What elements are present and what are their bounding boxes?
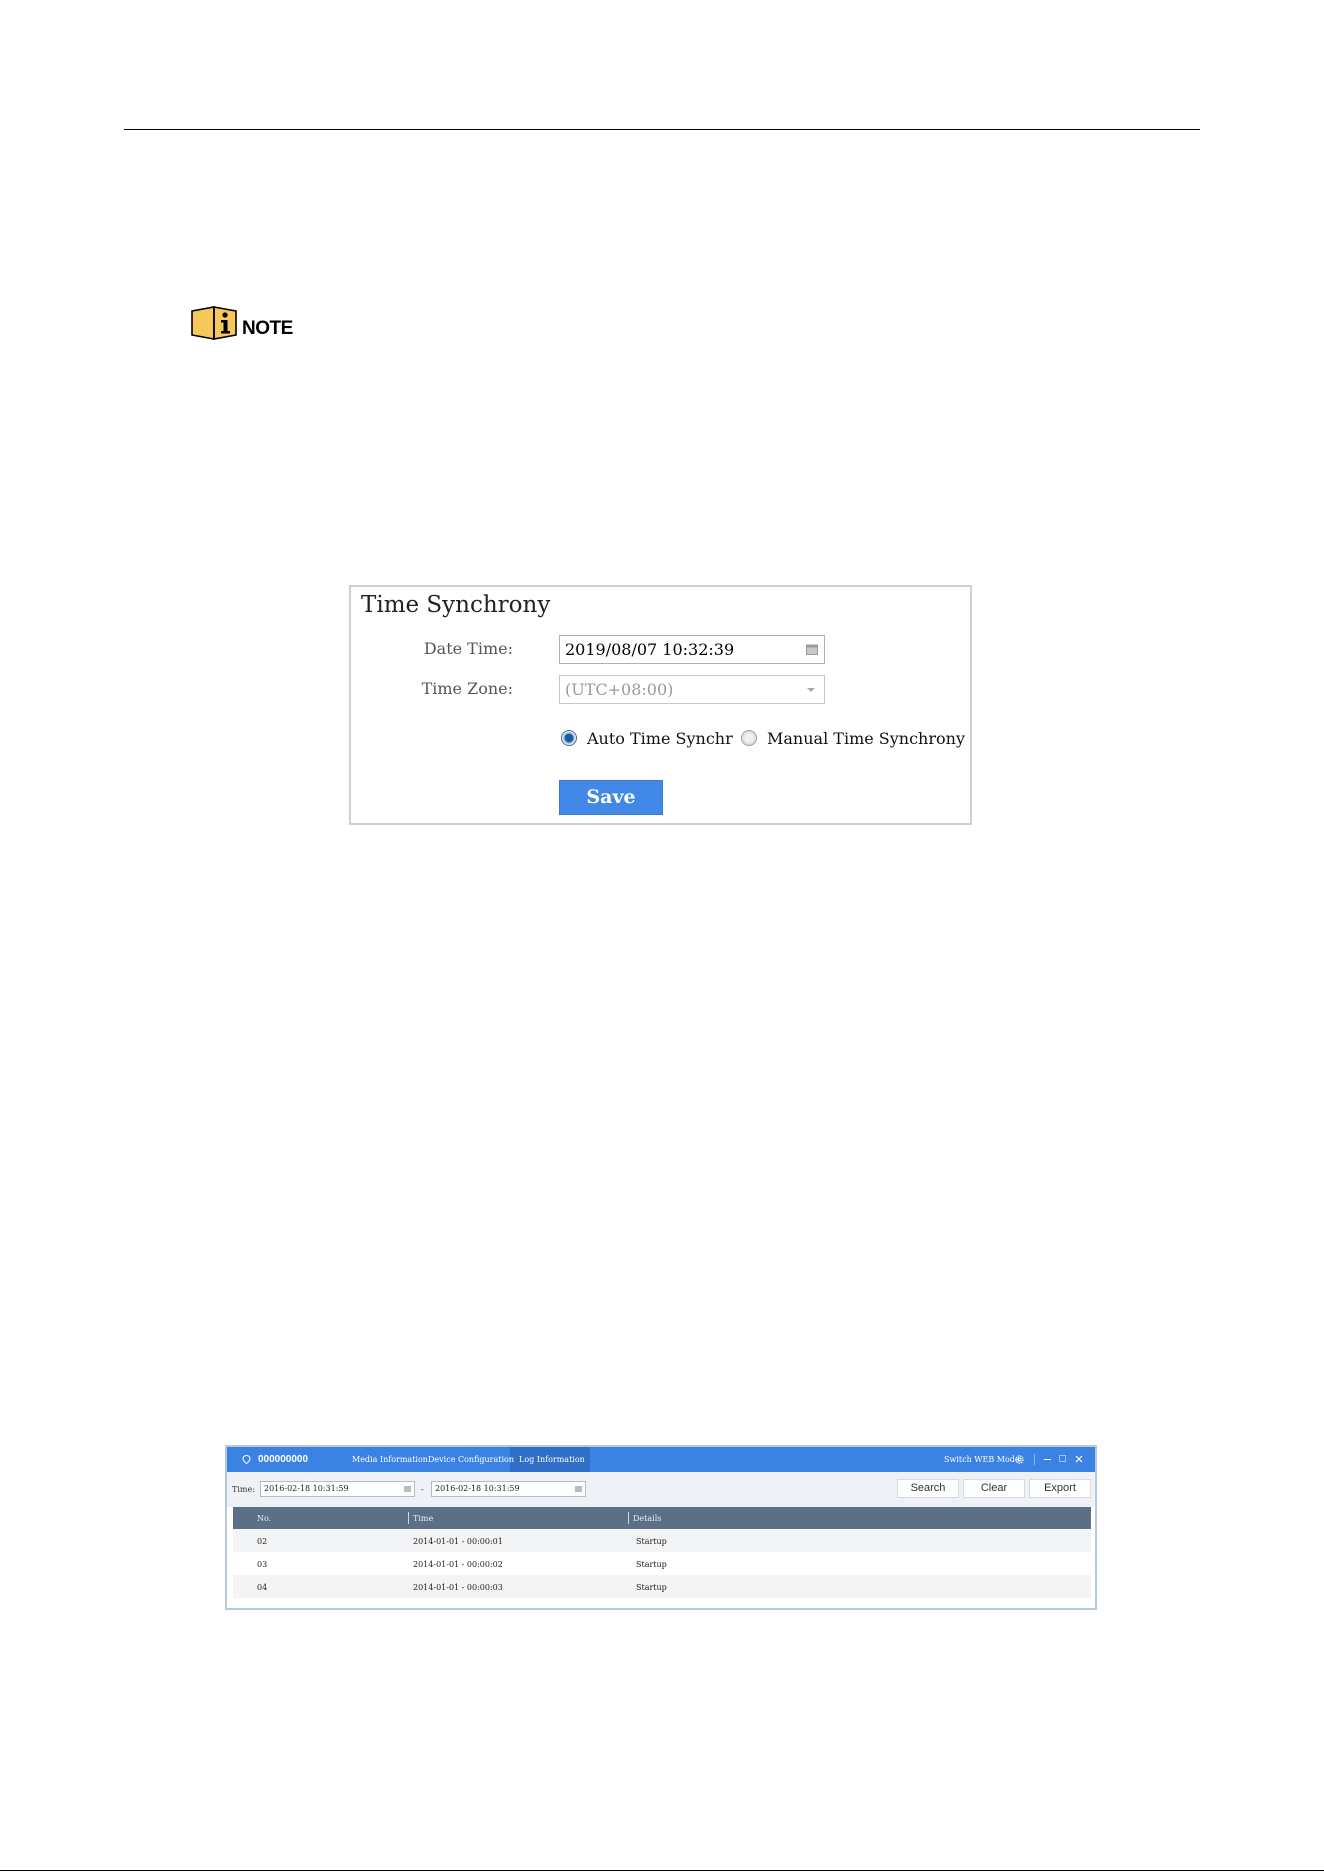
minimize-icon[interactable] [1044, 1459, 1051, 1460]
chevron-down-icon [807, 688, 815, 692]
row-time: 2014-01-01 - 00:00:03 [413, 1583, 503, 1592]
calendar-icon[interactable] [404, 1486, 411, 1492]
header-rule [124, 129, 1200, 130]
title-bar: 000000000 Media Information Device Confi… [227, 1447, 1095, 1472]
time-filter-label: Time: [232, 1485, 255, 1494]
row-time: 2014-01-01 - 00:00:02 [413, 1560, 503, 1569]
auto-sync-radio[interactable] [561, 730, 577, 746]
row-details: Startup [636, 1560, 667, 1569]
tab-media-information[interactable]: Media Information [352, 1455, 428, 1464]
note-callout: NOTE [190, 305, 293, 341]
save-button[interactable]: Save [559, 780, 663, 815]
calendar-icon[interactable] [575, 1486, 582, 1492]
log-information-window: 000000000 Media Information Device Confi… [225, 1445, 1097, 1610]
note-label: NOTE [242, 318, 293, 339]
close-icon[interactable] [1075, 1455, 1083, 1463]
panel-title: Time Synchrony [361, 592, 551, 618]
time-zone-select[interactable]: (UTC+08:00) [559, 675, 825, 704]
row-time: 2014-01-01 - 00:00:01 [413, 1537, 503, 1546]
column-divider[interactable] [628, 1512, 629, 1524]
row-details: Startup [636, 1583, 667, 1592]
start-time-input[interactable]: 2016-02-18 10:31:59 [260, 1481, 415, 1497]
time-zone-value: (UTC+08:00) [565, 680, 674, 699]
row-details: Startup [636, 1537, 667, 1546]
tab-device-configuration[interactable]: Device Configuration [428, 1455, 514, 1464]
column-time[interactable]: Time [413, 1514, 433, 1523]
switch-web-mode-link[interactable]: Switch WEB Mode [944, 1455, 1020, 1464]
device-name: 000000000 [258, 1454, 309, 1465]
footer-rule [0, 1870, 1324, 1871]
table-row[interactable]: 02 2014-01-01 - 00:00:01 Startup [233, 1529, 1091, 1552]
title-bar-divider [1034, 1454, 1035, 1465]
column-divider[interactable] [408, 1512, 409, 1524]
row-no: 02 [257, 1537, 268, 1546]
auto-sync-label[interactable]: Auto Time Synchr [587, 729, 733, 748]
clear-button[interactable]: Clear [963, 1479, 1025, 1498]
row-no: 04 [257, 1583, 268, 1592]
time-synchrony-panel: Time Synchrony Date Time: 2019/08/07 10:… [349, 585, 972, 825]
manual-sync-label[interactable]: Manual Time Synchrony [767, 729, 965, 748]
tab-log-information[interactable]: Log Information [519, 1455, 585, 1464]
date-time-value: 2019/08/07 10:32:39 [565, 640, 735, 659]
table-row[interactable]: 04 2014-01-01 - 00:00:03 Startup [233, 1575, 1091, 1598]
gear-icon[interactable] [1014, 1454, 1025, 1465]
table-row[interactable]: 03 2014-01-01 - 00:00:02 Startup [233, 1552, 1091, 1575]
manual-sync-radio[interactable] [741, 730, 757, 746]
range-separator: - [421, 1485, 424, 1494]
column-no[interactable]: No. [257, 1514, 271, 1523]
calendar-icon[interactable] [806, 644, 818, 655]
info-book-icon [191, 306, 237, 340]
maximize-icon[interactable] [1059, 1455, 1066, 1462]
end-time-value: 2016-02-18 10:31:59 [435, 1484, 520, 1493]
log-table-header: No. Time Details [233, 1507, 1091, 1529]
column-details[interactable]: Details [633, 1514, 661, 1523]
filter-toolbar: Time: 2016-02-18 10:31:59 - 2016-02-18 1… [227, 1472, 1095, 1507]
time-zone-label: Time Zone: [421, 679, 513, 698]
date-time-field[interactable]: 2019/08/07 10:32:39 [559, 635, 825, 664]
export-button[interactable]: Export [1029, 1479, 1091, 1498]
date-time-label: Date Time: [423, 639, 513, 658]
start-time-value: 2016-02-18 10:31:59 [264, 1484, 349, 1493]
search-button[interactable]: Search [897, 1479, 959, 1498]
row-no: 03 [257, 1560, 268, 1569]
end-time-input[interactable]: 2016-02-18 10:31:59 [431, 1481, 586, 1497]
location-pin-icon [242, 1455, 251, 1464]
